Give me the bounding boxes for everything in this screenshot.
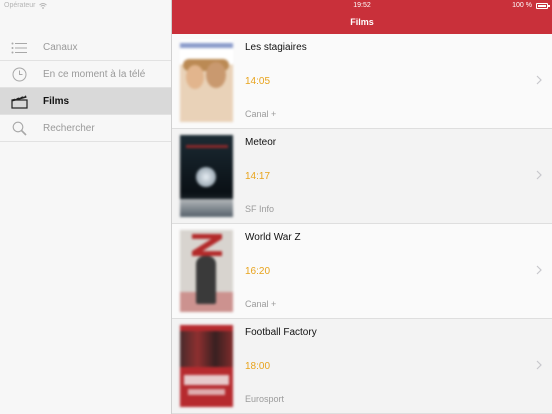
list-icon: [10, 40, 28, 55]
chevron-right-icon: [536, 170, 542, 180]
film-time: 14:05: [245, 76, 271, 87]
film-row[interactable]: Les stagiaires 14:05 Canal +: [172, 34, 552, 129]
sidebar-item-en-ce-moment[interactable]: En ce moment à la télé: [0, 61, 171, 88]
chevron-right-icon: [536, 360, 542, 370]
sidebar-item-label: Rechercher: [43, 122, 95, 134]
sidebar-item-label: En ce moment à la télé: [43, 68, 146, 80]
film-title: Les stagiaires: [245, 42, 307, 53]
film-time: 18:00: [245, 361, 271, 372]
film-channel: SF Info: [245, 204, 275, 214]
status-carrier: Opérateur: [4, 2, 47, 9]
nav-header: 19:52 100 % Films: [172, 0, 552, 34]
page-title: Films: [350, 17, 374, 27]
film-time: 16:20: [245, 266, 271, 277]
film-poster: [180, 40, 233, 122]
sidebar-menu: Canaux En ce moment à la télé Films Rech…: [0, 34, 171, 142]
carrier-label: Opérateur: [4, 2, 36, 9]
sidebar-item-rechercher[interactable]: Rechercher: [0, 115, 171, 142]
sidebar: Opérateur Canaux En ce moment à la télé …: [0, 0, 172, 414]
film-channel: Eurosport: [245, 394, 285, 404]
clapperboard-icon: [10, 94, 28, 109]
search-icon: [10, 121, 28, 136]
film-row[interactable]: World War Z 16:20 Canal +: [172, 224, 552, 319]
status-time: 19:52: [353, 2, 371, 9]
film-row[interactable]: Meteor 14:17 SF Info: [172, 129, 552, 224]
film-title: Football Factory: [245, 327, 317, 338]
film-row[interactable]: Football Factory 18:00 Eurosport: [172, 319, 552, 414]
wifi-icon: [38, 2, 47, 9]
sidebar-item-label: Canaux: [43, 41, 78, 53]
film-poster: [180, 230, 233, 312]
sidebar-item-label: Films: [43, 95, 70, 107]
film-poster: [180, 325, 233, 407]
film-poster: [180, 135, 233, 217]
film-time: 14:17: [245, 171, 271, 182]
battery-percent: 100 %: [512, 2, 532, 9]
chevron-right-icon: [536, 75, 542, 85]
film-channel: Canal +: [245, 299, 277, 309]
battery-icon: [536, 3, 550, 9]
sidebar-item-canaux[interactable]: Canaux: [0, 34, 171, 61]
film-channel: Canal +: [245, 109, 277, 119]
clock-icon: [10, 67, 28, 82]
chevron-right-icon: [536, 265, 542, 275]
sidebar-item-films[interactable]: Films: [0, 88, 171, 115]
films-list: Les stagiaires 14:05 Canal + Meteor 14:1…: [172, 34, 552, 414]
film-title: Meteor: [245, 137, 277, 148]
film-title: World War Z: [245, 232, 301, 243]
